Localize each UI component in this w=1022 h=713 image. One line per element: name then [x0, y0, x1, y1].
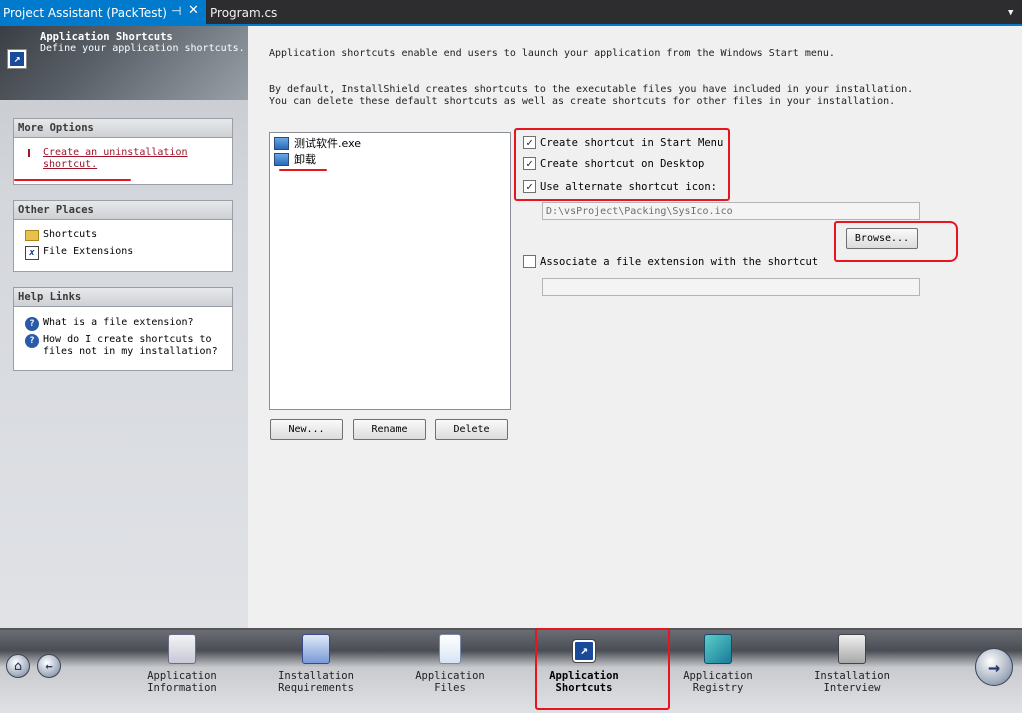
nav-application-registry[interactable]: Application Registry	[663, 634, 773, 694]
page-subtitle: Define your application shortcuts.	[40, 43, 245, 54]
tab-title: Project Assistant (PackTest)	[3, 6, 167, 20]
help-link-create-shortcuts[interactable]: ? How do I create shortcuts to files not…	[14, 334, 232, 358]
tab-dropdown-icon[interactable]: ▼	[1008, 8, 1013, 18]
tab-program-cs[interactable]: Program.cs	[210, 0, 277, 26]
other-places-panel: Other Places Shortcuts x File Extensions	[13, 200, 233, 272]
file-icon	[439, 634, 461, 664]
annotation-underline	[279, 169, 327, 171]
back-icon[interactable]: ←	[37, 654, 61, 678]
list-item[interactable]: 测试软件.exe	[274, 135, 364, 151]
annotation-box-nav-shortcuts	[535, 628, 670, 710]
create-uninstall-shortcut-link[interactable]: Create an uninstallation shortcut.	[14, 147, 232, 171]
shortcut-list[interactable]: 测试软件.exe 卸载	[269, 132, 511, 410]
page-header: ↗ Application Shortcuts Define your appl…	[0, 26, 248, 100]
other-places-file-extensions[interactable]: x File Extensions	[14, 246, 232, 261]
help-links-title: Help Links	[14, 288, 232, 307]
nav-application-files[interactable]: Application Files	[395, 634, 505, 694]
more-options-title: More Options	[14, 119, 232, 138]
annotation-box-browse	[834, 221, 958, 262]
other-places-shortcuts[interactable]: Shortcuts	[14, 229, 232, 244]
application-information-icon	[168, 634, 196, 664]
computer-icon	[274, 152, 289, 166]
document-tab-bar: Project Assistant (PackTest) ⊣ ✕ Program…	[0, 0, 1022, 26]
shortcut-icon: ↗	[7, 49, 27, 69]
help-links-panel: Help Links ? What is a file extension? ?…	[13, 287, 233, 371]
help-icon: ?	[25, 317, 39, 331]
help-icon: ?	[25, 334, 39, 348]
link-bullet-icon	[28, 149, 34, 157]
icon-path-field[interactable]: D:\vsProject\Packing\SysIco.ico	[542, 202, 920, 220]
description-default-1: By default, InstallShield creates shortc…	[269, 84, 914, 95]
computer-icon	[274, 136, 289, 150]
file-extension-icon: x	[25, 246, 39, 260]
more-options-panel: More Options Create an uninstallation sh…	[13, 118, 233, 185]
annotation-underline	[14, 179, 131, 181]
main-content: Application shortcuts enable end users t…	[248, 26, 1022, 628]
description-text: Application shortcuts enable end users t…	[269, 48, 835, 59]
next-icon[interactable]: →	[975, 648, 1013, 686]
folder-icon	[25, 230, 39, 241]
description-default-2: You can delete these default shortcuts a…	[269, 96, 896, 107]
nav-installation-requirements[interactable]: Installation Requirements	[261, 634, 371, 694]
checkbox-unchecked-icon	[523, 255, 536, 268]
file-extension-field[interactable]	[542, 278, 920, 296]
tab-project-assistant[interactable]: Project Assistant (PackTest) ⊣ ✕	[0, 0, 206, 26]
annotation-box-checkboxes	[514, 128, 730, 201]
home-icon[interactable]: ⌂	[6, 654, 30, 678]
assistant-navigation-bar: ⌂ ← Application Information Installation…	[0, 628, 1022, 713]
delete-button[interactable]: Delete	[435, 419, 508, 440]
pin-icon[interactable]: ⊣	[171, 4, 181, 18]
page-title: Application Shortcuts	[40, 31, 173, 43]
list-item[interactable]: 卸载	[274, 151, 318, 167]
associate-extension-checkbox[interactable]: Associate a file extension with the shor…	[523, 255, 818, 268]
registry-cubes-icon	[704, 634, 732, 664]
new-button[interactable]: New...	[270, 419, 343, 440]
installation-requirements-icon	[302, 634, 330, 664]
nav-installation-interview[interactable]: Installation Interview	[797, 634, 907, 694]
rename-button[interactable]: Rename	[353, 419, 426, 440]
help-link-file-extension[interactable]: ? What is a file extension?	[14, 317, 232, 331]
interview-dialog-icon	[838, 634, 866, 664]
left-pane: ↗ Application Shortcuts Define your appl…	[0, 26, 248, 628]
other-places-title: Other Places	[14, 201, 232, 220]
close-icon[interactable]: ✕	[188, 3, 199, 18]
nav-application-information[interactable]: Application Information	[127, 634, 237, 694]
